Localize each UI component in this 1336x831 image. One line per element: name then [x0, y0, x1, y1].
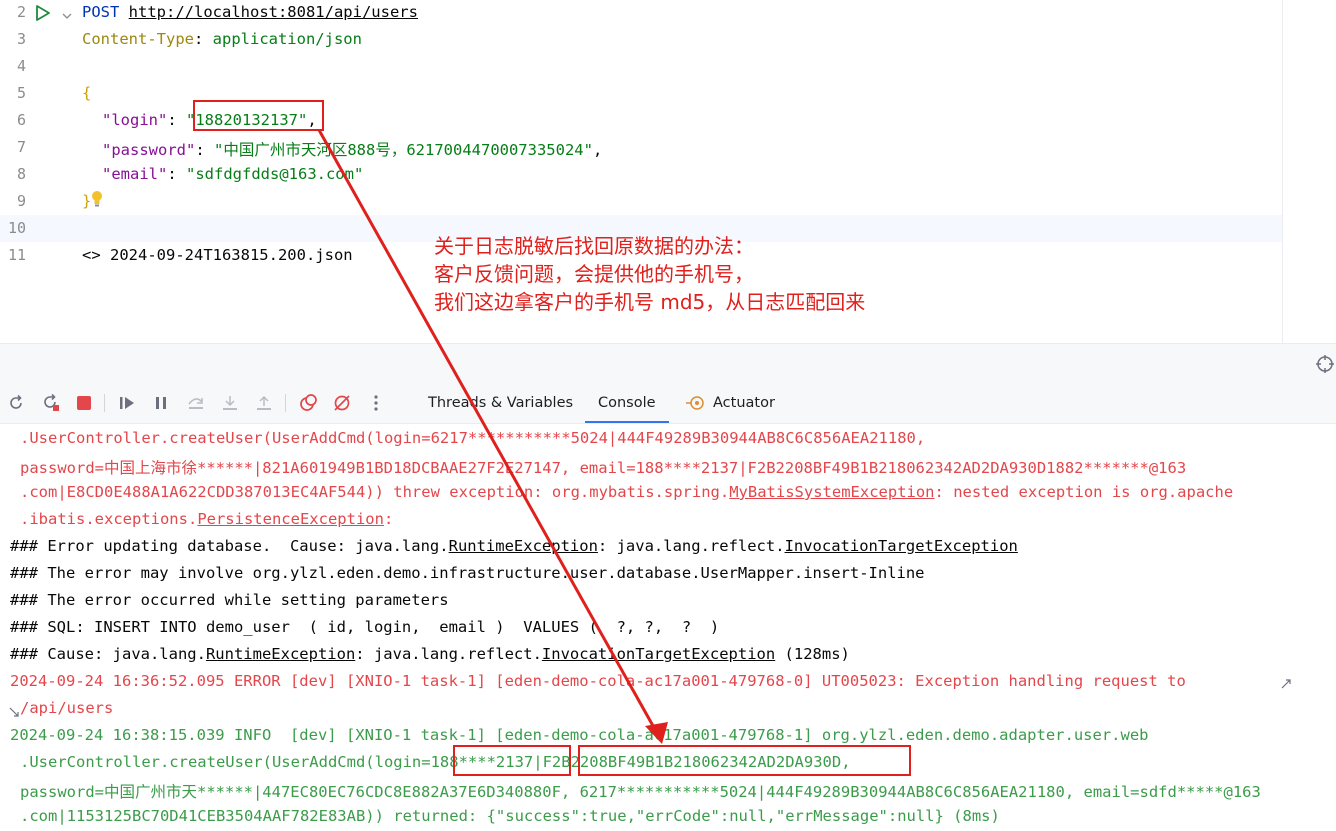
fold-chevron-icon[interactable]	[62, 7, 72, 19]
view-breakpoints-icon[interactable]	[297, 392, 319, 414]
debug-toolbar: Threads & Variables Console Actuator	[0, 383, 1336, 424]
pause-icon[interactable]	[150, 392, 172, 414]
exception-link[interactable]: MyBatisSystemException	[729, 483, 934, 501]
email-value: "sdfdgfdds@163.com"	[186, 165, 364, 183]
console-line: 2024-09-24 16:38:15.039 INFO [dev] [XNIO…	[10, 726, 1149, 744]
exception-link[interactable]: InvocationTargetException	[542, 645, 775, 663]
header-separator: :	[193, 30, 213, 48]
step-over-icon[interactable]	[185, 392, 207, 414]
run-request-icon[interactable]	[35, 4, 51, 22]
console-line: ### Cause: java.lang.RuntimeException: j…	[10, 645, 850, 663]
email-field-line: "email": "sdfdgfdds@163.com"	[102, 165, 364, 183]
exception-link[interactable]: InvocationTargetException	[785, 537, 1018, 555]
line-number: 8	[16, 165, 26, 183]
intention-bulb-icon[interactable]	[90, 190, 104, 208]
toolbar-separator	[285, 394, 286, 412]
console-line: password=中国广州市天******|447EC80EC76CDC8E88…	[20, 783, 1261, 801]
response-file-link[interactable]: <> 2024-09-24T163815.200.json	[82, 246, 353, 264]
console-line: .ibatis.exceptions.PersistenceException:	[20, 510, 394, 528]
password-field-line: "password": "中国广州市天河区888号，62170044700073…	[102, 141, 603, 159]
console-line: .UserController.createUser(UserAddCmd(lo…	[20, 429, 926, 447]
console-line: /api/users	[20, 699, 114, 717]
login-key: "login"	[102, 111, 168, 129]
line-number: 9	[16, 192, 26, 210]
more-icon[interactable]	[365, 392, 387, 414]
console-line: password=中国上海市徐******|821A601949B1BD18DC…	[20, 459, 1187, 477]
toolbar-separator	[104, 394, 105, 412]
soft-wrap-icon	[1280, 676, 1292, 689]
console-line: .com|E8CD0E488A1A622CDD387013EC4AF544)) …	[20, 483, 1234, 501]
console-line: ### The error occurred while setting par…	[10, 591, 449, 609]
console-line: 2024-09-24 16:36:52.095 ERROR [dev] [XNI…	[10, 672, 1186, 690]
request-url[interactable]: http://localhost:8081/api/users	[129, 3, 418, 21]
panel-divider[interactable]	[0, 343, 1336, 384]
editor-right-divider	[1282, 0, 1283, 343]
masked-phone-highlight	[453, 745, 571, 776]
email-key: "email"	[102, 165, 168, 183]
line-number: 2	[16, 3, 26, 21]
line-number: 11	[7, 246, 26, 264]
exception-link[interactable]: RuntimeException	[449, 537, 598, 555]
line-number: 10	[7, 219, 26, 237]
console-line: ### The error may involve org.ylzl.eden.…	[10, 564, 925, 582]
header-value: application/json	[212, 30, 362, 48]
console-line: ### SQL: INSERT INTO demo_user ( id, log…	[10, 618, 720, 636]
http-method: POST	[82, 3, 120, 21]
step-out-icon[interactable]	[253, 392, 275, 414]
tab-threads-variables[interactable]: Threads & Variables	[428, 383, 573, 423]
http-request-editor[interactable]: 2 3 4 5 6 7 8 9 10 11 POST http://localh…	[0, 0, 1336, 343]
header-name: Content-Type	[82, 30, 194, 48]
crosshair-icon[interactable]	[1315, 354, 1335, 374]
line-number: 7	[16, 138, 26, 156]
soft-wrap-icon	[8, 704, 20, 717]
console-line: .com|1153125BC70D41CEB3504AAF782E83AB)) …	[20, 807, 1000, 825]
rerun-icon[interactable]	[5, 392, 27, 414]
stop-icon[interactable]	[73, 392, 95, 414]
header-line: Content-Type: application/json	[82, 30, 362, 48]
line-number: 3	[16, 30, 26, 48]
tab-console[interactable]: Console	[585, 383, 669, 423]
annotation-note: 关于日志脱敏后找回原数据的办法： 客户反馈问题，会提供他的手机号， 我们这边拿客户的…	[434, 234, 866, 314]
request-line: POST http://localhost:8081/api/users	[82, 3, 418, 21]
actuator-icon	[686, 394, 706, 412]
tab-actuator[interactable]: Actuator	[713, 383, 775, 423]
password-value: "中国广州市天河区888号，6217004470007335024"	[214, 141, 593, 159]
line-number: 6	[16, 111, 26, 129]
mute-breakpoints-icon[interactable]	[331, 392, 353, 414]
step-into-icon[interactable]	[219, 392, 241, 414]
line-number: 4	[16, 57, 26, 75]
resume-icon[interactable]	[116, 392, 138, 414]
login-value-highlight	[193, 100, 324, 131]
restart-icon[interactable]	[40, 392, 62, 414]
console-line: ### Error updating database. Cause: java…	[10, 537, 1018, 555]
line-number: 5	[16, 84, 26, 102]
password-key: "password"	[102, 141, 196, 159]
exception-link[interactable]: PersistenceException	[197, 510, 384, 528]
phone-md5-highlight	[578, 745, 911, 776]
exception-link[interactable]: RuntimeException	[206, 645, 355, 663]
body-open-brace: {	[82, 84, 92, 102]
